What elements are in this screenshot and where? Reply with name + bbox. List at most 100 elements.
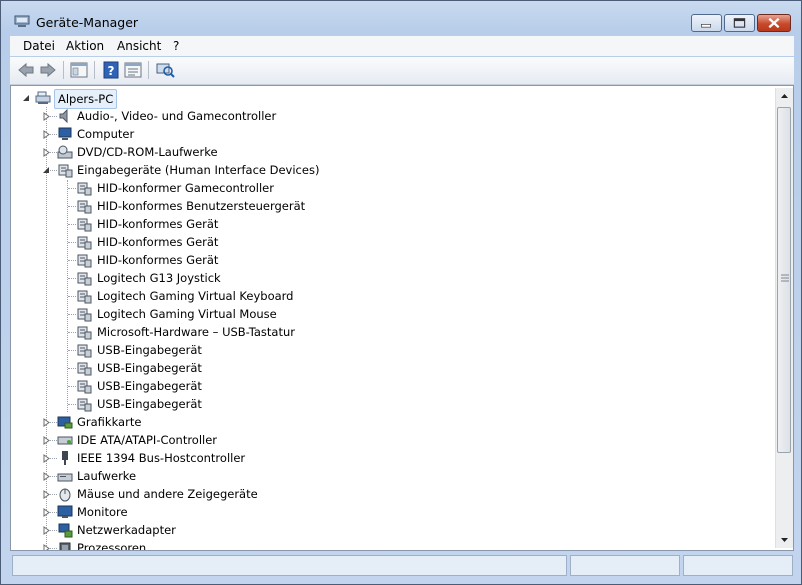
vertical-scrollbar[interactable] bbox=[775, 88, 793, 548]
disk-drive-icon bbox=[57, 473, 73, 482]
status-pane-main bbox=[12, 555, 567, 576]
window-title: Geräte-Manager bbox=[36, 15, 139, 30]
category-label: Grafikkarte bbox=[77, 415, 142, 429]
tree-root[interactable]: Alpers-PC bbox=[11, 89, 771, 109]
close-icon bbox=[768, 17, 780, 29]
tree-device[interactable]: USB-Eingabegerät bbox=[11, 395, 771, 413]
status-pane-tertiary bbox=[683, 555, 793, 576]
expand-icon[interactable] bbox=[42, 148, 51, 157]
display-adapter-icon bbox=[57, 416, 73, 429]
tree-category[interactable]: Audio-, Video- und Gamecontroller bbox=[11, 107, 771, 125]
expand-icon[interactable] bbox=[42, 436, 51, 445]
category-label: Eingabegeräte (Human Interface Devices) bbox=[77, 163, 320, 177]
tree-device[interactable]: Logitech Gaming Virtual Keyboard bbox=[11, 287, 771, 305]
tree-device[interactable]: USB-Eingabegerät bbox=[11, 341, 771, 359]
expand-icon[interactable] bbox=[42, 544, 51, 551]
tree-category[interactable]: Computer bbox=[11, 125, 771, 143]
device-label: USB-Eingabegerät bbox=[97, 343, 202, 357]
collapse-icon[interactable] bbox=[22, 94, 31, 103]
tree-device[interactable]: Logitech Gaming Virtual Mouse bbox=[11, 305, 771, 323]
tree-category[interactable]: IEEE 1394 Bus-Hostcontroller bbox=[11, 449, 771, 467]
svg-text:?: ? bbox=[108, 64, 115, 78]
category-label: Mäuse und andere Zeigegeräte bbox=[77, 487, 258, 501]
device-label: Microsoft-Hardware – USB-Tastatur bbox=[97, 325, 296, 339]
expand-icon[interactable] bbox=[42, 490, 51, 499]
collapse-icon[interactable] bbox=[42, 166, 51, 175]
category-label: Monitore bbox=[77, 505, 128, 519]
category-label: Computer bbox=[77, 127, 135, 141]
device-label: HID-konformes Gerät bbox=[97, 217, 219, 231]
expand-icon[interactable] bbox=[42, 112, 51, 121]
expand-icon[interactable] bbox=[42, 418, 51, 427]
tree-category[interactable]: Netzwerkadapter bbox=[11, 521, 771, 539]
tree-device[interactable]: HID-konformes Benutzersteuergerät bbox=[11, 197, 771, 215]
tree-category[interactable]: Grafikkarte bbox=[11, 413, 771, 431]
monitor-icon bbox=[57, 505, 73, 518]
device-label: Logitech G13 Joystick bbox=[97, 271, 221, 285]
processor-icon bbox=[59, 542, 71, 550]
device-tree[interactable]: Alpers-PC Audio-, Video- und Gamecontrol… bbox=[10, 85, 794, 551]
tree-device[interactable]: Logitech G13 Joystick bbox=[11, 269, 771, 287]
device-label: HID-konformes Gerät bbox=[97, 253, 219, 267]
status-pane-secondary bbox=[570, 555, 680, 576]
menu-aktion[interactable]: Aktion bbox=[66, 39, 104, 53]
forward-icon[interactable] bbox=[38, 61, 58, 79]
hid-device-icon bbox=[77, 398, 92, 412]
tree-category[interactable]: Laufwerke bbox=[11, 467, 771, 485]
expand-icon[interactable] bbox=[42, 130, 51, 139]
toolbar-separator bbox=[94, 61, 95, 79]
tree-device[interactable]: HID-konformer Gamecontroller bbox=[11, 179, 771, 197]
hid-device-icon bbox=[77, 272, 92, 286]
scroll-down-icon[interactable] bbox=[776, 531, 793, 548]
tree-category[interactable]: Mäuse und andere Zeigegeräte bbox=[11, 485, 771, 503]
category-label: DVD/CD-ROM-Laufwerke bbox=[77, 145, 218, 159]
menu-ansicht[interactable]: Ansicht bbox=[117, 39, 161, 53]
close-button[interactable] bbox=[757, 14, 791, 32]
category-label: Netzwerkadapter bbox=[77, 523, 176, 537]
tree-category[interactable]: IDE ATA/ATAPI-Controller bbox=[11, 431, 771, 449]
toolbar-separator bbox=[148, 61, 149, 79]
help-icon[interactable]: ? bbox=[101, 61, 121, 79]
scrollbar-thumb[interactable] bbox=[777, 107, 791, 453]
tree-device[interactable]: USB-Eingabegerät bbox=[11, 377, 771, 395]
title-bar[interactable]: Geräte-Manager bbox=[1, 1, 801, 35]
menu-help[interactable]: ? bbox=[173, 39, 179, 53]
expand-icon[interactable] bbox=[42, 472, 51, 481]
scan-hardware-icon[interactable] bbox=[155, 61, 175, 79]
category-label: Laufwerke bbox=[77, 469, 137, 483]
menu-datei[interactable]: Datei bbox=[23, 39, 55, 53]
dvd-drive-icon bbox=[57, 145, 73, 159]
tree-category[interactable]: Monitore bbox=[11, 503, 771, 521]
tree-device[interactable]: HID-konformes Gerät bbox=[11, 251, 771, 269]
category-label: IEEE 1394 Bus-Hostcontroller bbox=[77, 451, 246, 465]
tree-device[interactable]: HID-konformes Gerät bbox=[11, 215, 771, 233]
category-label: Prozessoren bbox=[77, 541, 147, 551]
computer-root-icon bbox=[35, 91, 51, 104]
tree-device[interactable]: HID-konformes Gerät bbox=[11, 233, 771, 251]
console-tree-icon[interactable] bbox=[69, 61, 89, 79]
expand-icon[interactable] bbox=[42, 454, 51, 463]
maximize-button[interactable] bbox=[724, 14, 755, 32]
back-icon[interactable] bbox=[16, 61, 36, 79]
network-adapter-icon bbox=[58, 523, 73, 538]
properties-icon[interactable] bbox=[123, 61, 143, 79]
toolbar: ? bbox=[10, 57, 794, 85]
device-label: USB-Eingabegerät bbox=[97, 379, 202, 393]
root-label: Alpers-PC bbox=[54, 89, 118, 109]
tree-device[interactable]: USB-Eingabegerät bbox=[11, 359, 771, 377]
minimize-button[interactable] bbox=[691, 14, 722, 32]
device-label: USB-Eingabegerät bbox=[97, 361, 202, 375]
hid-device-icon bbox=[77, 290, 92, 304]
device-manager-window: Geräte-Manager Datei Aktion Ansicht ? ? … bbox=[0, 0, 802, 585]
device-label: Logitech Gaming Virtual Mouse bbox=[97, 307, 277, 321]
tree-category[interactable]: Prozessoren bbox=[11, 539, 771, 551]
toolbar-separator bbox=[63, 61, 64, 79]
tree-device[interactable]: Microsoft-Hardware – USB-Tastatur bbox=[11, 323, 771, 341]
expand-icon[interactable] bbox=[42, 526, 51, 535]
expand-icon[interactable] bbox=[42, 508, 51, 517]
tree-category-expanded[interactable]: Eingabegeräte (Human Interface Devices) bbox=[11, 161, 771, 179]
device-manager-icon bbox=[14, 15, 30, 27]
device-label: HID-konformes Benutzersteuergerät bbox=[97, 199, 306, 213]
scroll-up-icon[interactable] bbox=[776, 88, 793, 105]
tree-category[interactable]: DVD/CD-ROM-Laufwerke bbox=[11, 143, 771, 161]
